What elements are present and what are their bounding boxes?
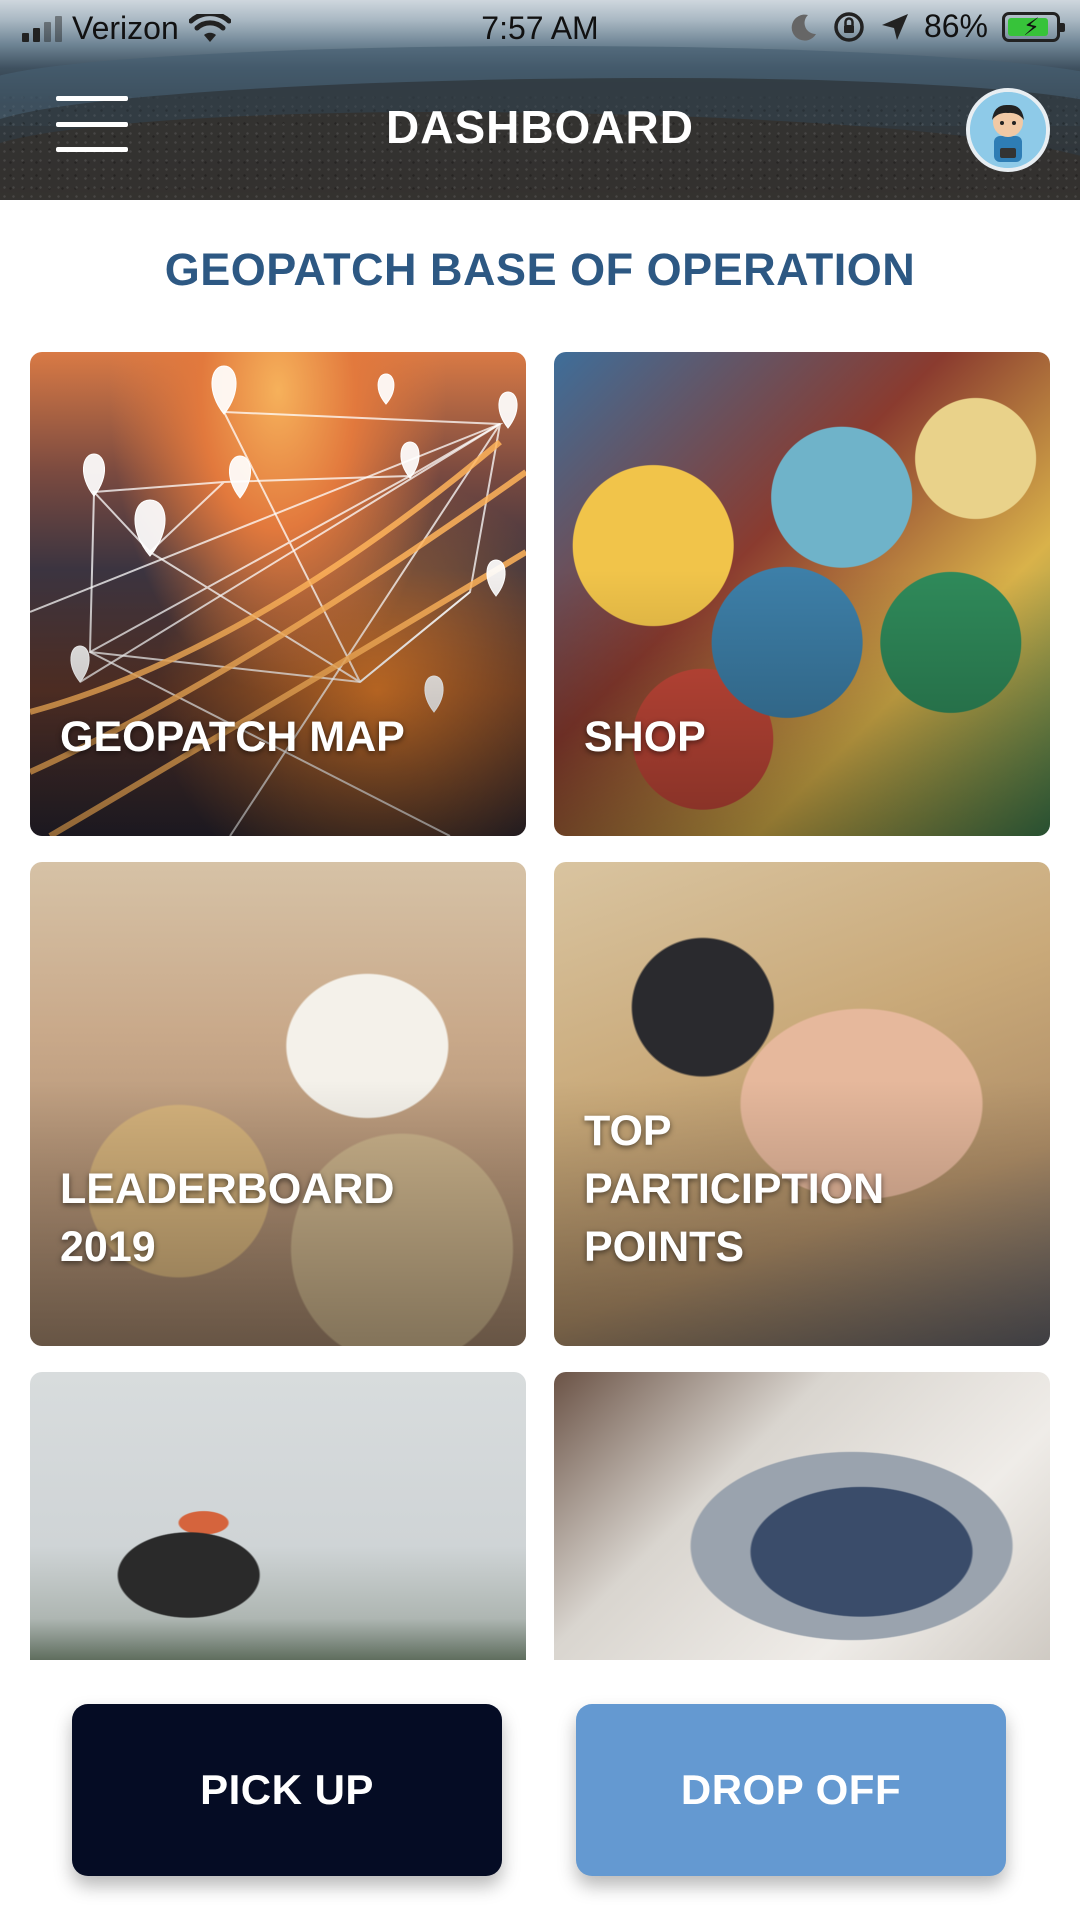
status-right: 86% ⚡: [790, 8, 1065, 45]
dashboard-grid: GEOPATCH MAP SHOP LEADERBOARD 2019 TOP P…: [30, 352, 1050, 1662]
status-bar: Verizon 7:57 AM 86% ⚡: [0, 0, 1080, 58]
tile-geopatch-map[interactable]: GEOPATCH MAP: [30, 352, 526, 836]
header: Verizon 7:57 AM 86% ⚡ DASHBOARD: [0, 0, 1080, 200]
tile-leaderboard[interactable]: LEADERBOARD 2019: [30, 862, 526, 1346]
page-title: DASHBOARD: [386, 101, 694, 153]
user-avatar-icon[interactable]: [966, 88, 1050, 172]
battery-percent: 86%: [923, 8, 988, 44]
tile-cycling[interactable]: [30, 1372, 526, 1662]
tile-tablet[interactable]: [554, 1372, 1050, 1662]
battery-charging-icon: ⚡: [1002, 11, 1065, 42]
pick-up-button[interactable]: PICK UP: [72, 1704, 502, 1876]
tile-label: GEOPATCH MAP: [60, 713, 405, 761]
moon-icon: [791, 14, 816, 41]
tile-label: LEADERBOARD 2019: [60, 1165, 395, 1271]
tile-label: SHOP: [584, 713, 706, 761]
charging-bolt-icon: ⚡: [1023, 13, 1040, 41]
tile-shop[interactable]: SHOP: [554, 352, 1050, 836]
drop-off-button[interactable]: DROP OFF: [576, 1704, 1006, 1876]
bottom-action-bar: PICK UP DROP OFF: [0, 1660, 1080, 1920]
section-heading: GEOPATCH BASE OF OPERATION: [164, 244, 916, 295]
rotation-lock-icon: [834, 11, 864, 42]
tile-label: TOP PARTICIPTION POINTS: [584, 1107, 885, 1271]
location-arrow-icon: [881, 13, 908, 40]
tile-top-participation-points[interactable]: TOP PARTICIPTION POINTS: [554, 862, 1050, 1346]
